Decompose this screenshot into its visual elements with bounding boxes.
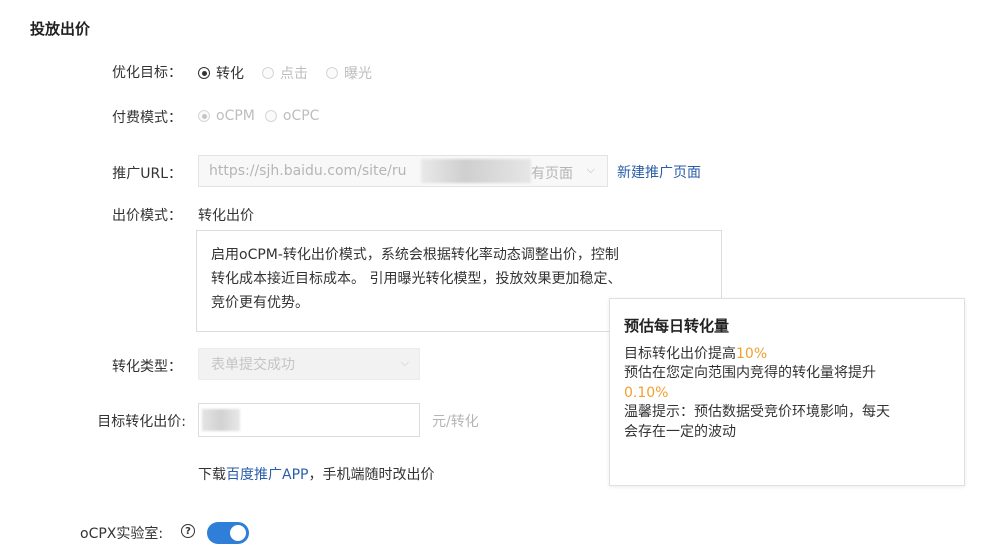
bid-mode-label: 出价模式： [112, 208, 182, 224]
new-promo-page-link[interactable]: 新建推广页面 [617, 162, 701, 182]
tooltip-line: 目标转化出价提高10% [624, 345, 950, 365]
bid-settings-panel: 投放出价 优化目标： 转化 点击 曝光 付费模式： oCPM oCPC 推广UR… [0, 0, 1000, 556]
tooltip-line: 温馨提示：预估数据受竞价环境影响，每天 [624, 404, 890, 420]
chevron-down-icon: ⌵ [586, 163, 595, 176]
radio-ocpm[interactable]: oCPM [198, 108, 255, 124]
radio-label: oCPC [282, 108, 320, 124]
radio-click[interactable]: 点击 [262, 63, 308, 83]
help-icon[interactable]: ? [181, 524, 195, 538]
target-bid-input[interactable] [198, 403, 420, 437]
radio-dot [262, 67, 274, 79]
download-hint: 下载百度推广APP，手机端随时改出价 [198, 464, 434, 484]
download-hint-suffix: ，手机端随时改出价 [308, 467, 435, 483]
toggle-knob [230, 525, 246, 541]
target-bid-label: 目标转化出价: [97, 414, 186, 430]
ocpx-lab-label: oCPX实验室: [80, 526, 164, 542]
description-line: 启用oCPM-转化出价模式，系统会根据转化率动态调整出价，控制 [211, 247, 619, 263]
radio-dot [264, 110, 277, 122]
redacted-bid-value [202, 409, 240, 431]
conversion-type-value: 表单提交成功 [211, 357, 295, 373]
radio-label: 转化 [216, 66, 244, 82]
optimization-target-label: 优化目标： [112, 65, 182, 81]
tooltip-title: 预估每日转化量 [624, 317, 730, 335]
bid-mode-value: 转化出价 [198, 208, 254, 224]
target-bid-unit: 元/转化 [432, 414, 479, 430]
tooltip-line: 预估在您定向范围内竞得的转化量将提升 [624, 365, 876, 381]
radio-label: 曝光 [344, 66, 372, 82]
radio-label: 点击 [280, 66, 308, 82]
download-hint-prefix: 下载 [198, 467, 226, 483]
ocpx-lab-toggle[interactable] [207, 522, 249, 544]
radio-conversion[interactable]: 转化 [198, 63, 244, 83]
conversion-type-select[interactable]: 表单提交成功 ⌵ [198, 348, 420, 380]
promo-url-suffix: 有页面 [531, 166, 573, 182]
estimate-tooltip: 预估每日转化量 目标转化出价提高10% 预估在您定向范围内竞得的转化量将提升 0… [609, 298, 965, 486]
radio-exposure[interactable]: 曝光 [326, 63, 372, 83]
redacted-url-segment [421, 159, 531, 183]
promo-url-label: 推广URL： [112, 166, 182, 182]
description-line: 转化成本接近目标成本。 引用曝光转化模型，投放效果更加稳定、 [211, 271, 622, 287]
radio-label: oCPM [216, 108, 255, 124]
tooltip-line: 会存在一定的波动 [624, 423, 736, 440]
conversion-type-label: 转化类型： [112, 359, 182, 375]
section-title: 投放出价 [30, 20, 91, 38]
payment-mode-radio-group: oCPM oCPC [198, 108, 337, 124]
tooltip-text: 目标转化出价提高 [624, 345, 736, 362]
radio-dot [326, 67, 338, 79]
radio-ocpc[interactable]: oCPC [264, 108, 320, 124]
tooltip-highlight: 0.10% [624, 384, 669, 401]
payment-mode-label: 付费模式： [112, 110, 182, 126]
promo-url-select[interactable]: https://sjh.baidu.com/site/ru 有页面 ⌵ [198, 155, 608, 187]
promo-url-value: https://sjh.baidu.com/site/ru [209, 163, 407, 179]
optimization-target-radio-group: 转化 点击 曝光 [198, 63, 390, 83]
radio-dot [198, 67, 210, 79]
radio-dot [198, 110, 210, 122]
baidu-promo-app-link[interactable]: 百度推广APP [226, 467, 308, 483]
tooltip-highlight: 10% [736, 345, 768, 362]
chevron-down-icon: ⌵ [400, 356, 409, 369]
